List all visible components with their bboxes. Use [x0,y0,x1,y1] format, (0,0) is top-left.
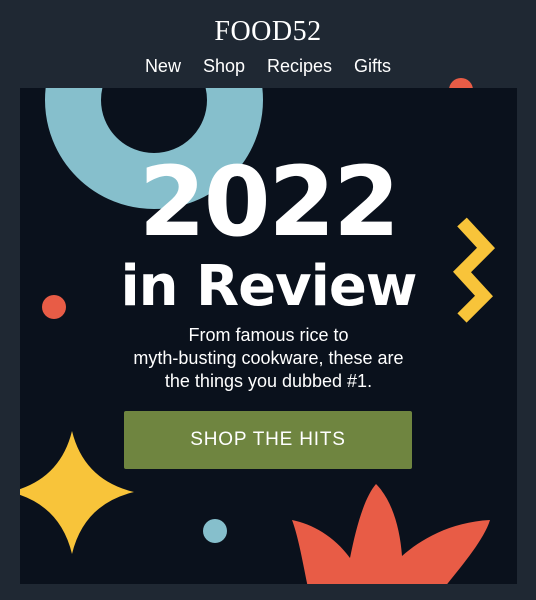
yellow-star-icon [20,431,134,554]
hero-description-line: myth-busting cookware, these are [133,348,404,368]
hero-description-line: the things you dubbed #1. [164,371,373,391]
hero-subtitle: in Review [120,254,417,319]
shop-the-hits-button[interactable]: SHOP THE HITS [124,411,412,469]
hero-banner[interactable]: 2022 in Review From famous rice to myth-… [20,88,517,584]
blue-dot-icon [203,519,227,543]
hero-description: From famous rice to myth-busting cookwar… [20,324,517,393]
hero-year: 2022 [138,146,400,258]
coral-splash-icon [292,484,490,584]
hero-description-line: From famous rice to [188,325,349,345]
